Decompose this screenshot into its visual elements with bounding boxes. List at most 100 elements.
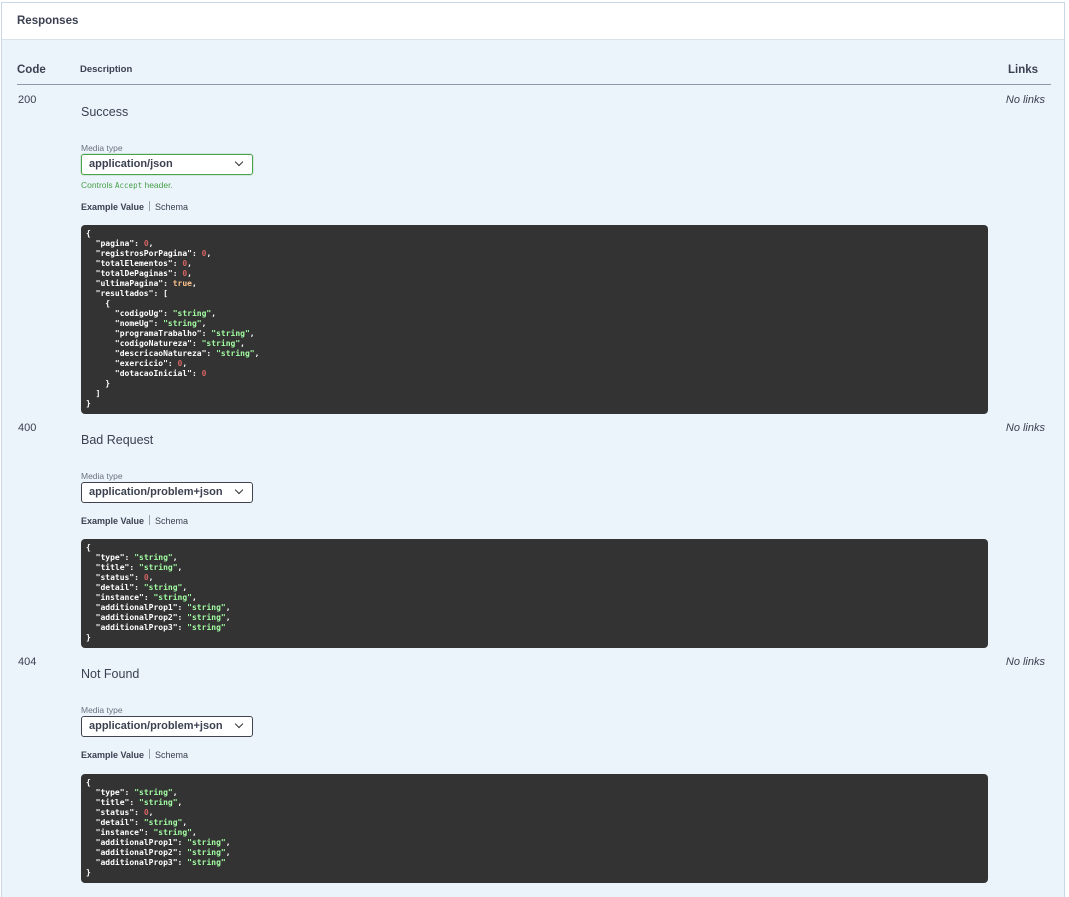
code-line: { bbox=[86, 778, 983, 788]
code-line: "type": "string", bbox=[86, 788, 983, 798]
code-line: "additionalProp3": "string" bbox=[86, 623, 983, 633]
code-token: , bbox=[172, 553, 178, 562]
code-line: "codigoUg": "string", bbox=[86, 309, 983, 319]
code-token: "detail" bbox=[95, 818, 135, 827]
code-token: "additionalProp2" bbox=[95, 848, 178, 857]
code-token: "additionalProp1" bbox=[95, 838, 178, 847]
media-type-label: Media type bbox=[81, 705, 123, 715]
code-line: { bbox=[86, 299, 983, 309]
code-token: "string" bbox=[211, 329, 250, 338]
code-token: "resultados" bbox=[95, 289, 154, 298]
media-type-select[interactable]: application/json bbox=[81, 154, 253, 175]
example-code-block: { "type": "string", "title": "string", "… bbox=[81, 539, 988, 648]
tab-example-value[interactable]: Example Value bbox=[81, 516, 144, 526]
code-token: , bbox=[254, 349, 260, 358]
code-token: : bbox=[177, 603, 188, 612]
code-token: "string" bbox=[187, 858, 226, 867]
code-token: : bbox=[134, 808, 144, 817]
code-token: "string" bbox=[139, 798, 178, 807]
code-token: , bbox=[187, 259, 192, 268]
code-token: : bbox=[163, 309, 173, 318]
code-token: : bbox=[134, 818, 144, 827]
code-line: } bbox=[86, 379, 983, 389]
code-line: "codigoNatureza": "string", bbox=[86, 339, 983, 349]
code-token: "string" bbox=[139, 563, 178, 572]
code-line: "detail": "string", bbox=[86, 818, 983, 828]
code-token: "codigoUg" bbox=[114, 309, 164, 318]
code-token: : bbox=[172, 259, 183, 268]
code-token: , bbox=[191, 828, 197, 837]
code-token: : bbox=[124, 553, 135, 562]
code-line: "additionalProp2": "string", bbox=[86, 613, 983, 623]
code-token: , bbox=[182, 583, 188, 592]
tab-separator bbox=[149, 201, 151, 211]
tab-example-value[interactable]: Example Value bbox=[81, 750, 144, 760]
tab-schema[interactable]: Schema bbox=[155, 750, 188, 760]
code-token: "type" bbox=[95, 553, 125, 562]
code-token: , bbox=[225, 603, 231, 612]
code-token: : bbox=[163, 279, 173, 288]
media-type-select[interactable]: application/problem+json bbox=[81, 482, 253, 503]
responses-panel: Responses Code Description Links 200 Suc… bbox=[1, 2, 1065, 897]
code-token: "totalDePaginas" bbox=[95, 269, 173, 278]
media-type-label: Media type bbox=[81, 143, 123, 153]
code-token: "string" bbox=[172, 309, 212, 318]
code-token: , bbox=[182, 818, 188, 827]
code-token: , bbox=[240, 339, 245, 348]
code-token: "nomeUg" bbox=[114, 319, 154, 328]
tab-separator bbox=[149, 515, 151, 525]
tab-schema[interactable]: Schema bbox=[155, 202, 188, 212]
code-token: , bbox=[225, 613, 231, 622]
code-line: "status": 0, bbox=[86, 808, 983, 818]
code-token: : bbox=[129, 798, 139, 807]
response-status: Not Found bbox=[81, 667, 140, 681]
code-token: "exercicio" bbox=[114, 359, 168, 368]
code-token: , bbox=[177, 798, 183, 807]
code-line: { bbox=[86, 543, 983, 553]
code-line: "totalDePaginas": 0, bbox=[86, 269, 983, 279]
code-line: "instance": "string", bbox=[86, 593, 983, 603]
tab-example-value[interactable]: Example Value bbox=[81, 202, 144, 212]
media-type-select[interactable]: application/problem+json bbox=[81, 716, 253, 737]
code-token: "string" bbox=[187, 613, 226, 622]
code-token: : bbox=[206, 349, 217, 358]
media-type-value: application/problem+json bbox=[89, 720, 223, 732]
code-line: "additionalProp2": "string", bbox=[86, 848, 983, 858]
example-tabs: Example Value Schema bbox=[81, 201, 188, 212]
column-header-links: Links bbox=[1008, 64, 1039, 76]
code-token: "registrosPorPagina" bbox=[95, 249, 192, 258]
code-token: : bbox=[191, 339, 202, 348]
tab-schema[interactable]: Schema bbox=[155, 516, 188, 526]
code-token: , bbox=[249, 329, 255, 338]
code-token: "string" bbox=[153, 828, 192, 837]
response-status: Success bbox=[81, 105, 129, 119]
code-token: true bbox=[172, 279, 192, 288]
code-token: "additionalProp1" bbox=[95, 603, 178, 612]
code-line: "title": "string", bbox=[86, 563, 983, 573]
code-token: "string" bbox=[187, 838, 226, 847]
section-header: Responses bbox=[2, 3, 1064, 40]
code-token: , bbox=[211, 309, 217, 318]
code-token: } bbox=[86, 868, 91, 877]
tab-separator bbox=[149, 749, 151, 759]
code-token: : [ bbox=[153, 289, 168, 298]
code-token: : bbox=[177, 613, 188, 622]
code-line: "status": 0, bbox=[86, 573, 983, 583]
code-token: "string" bbox=[201, 339, 241, 348]
code-token: ] bbox=[86, 389, 101, 398]
code-token: "string" bbox=[143, 583, 183, 592]
